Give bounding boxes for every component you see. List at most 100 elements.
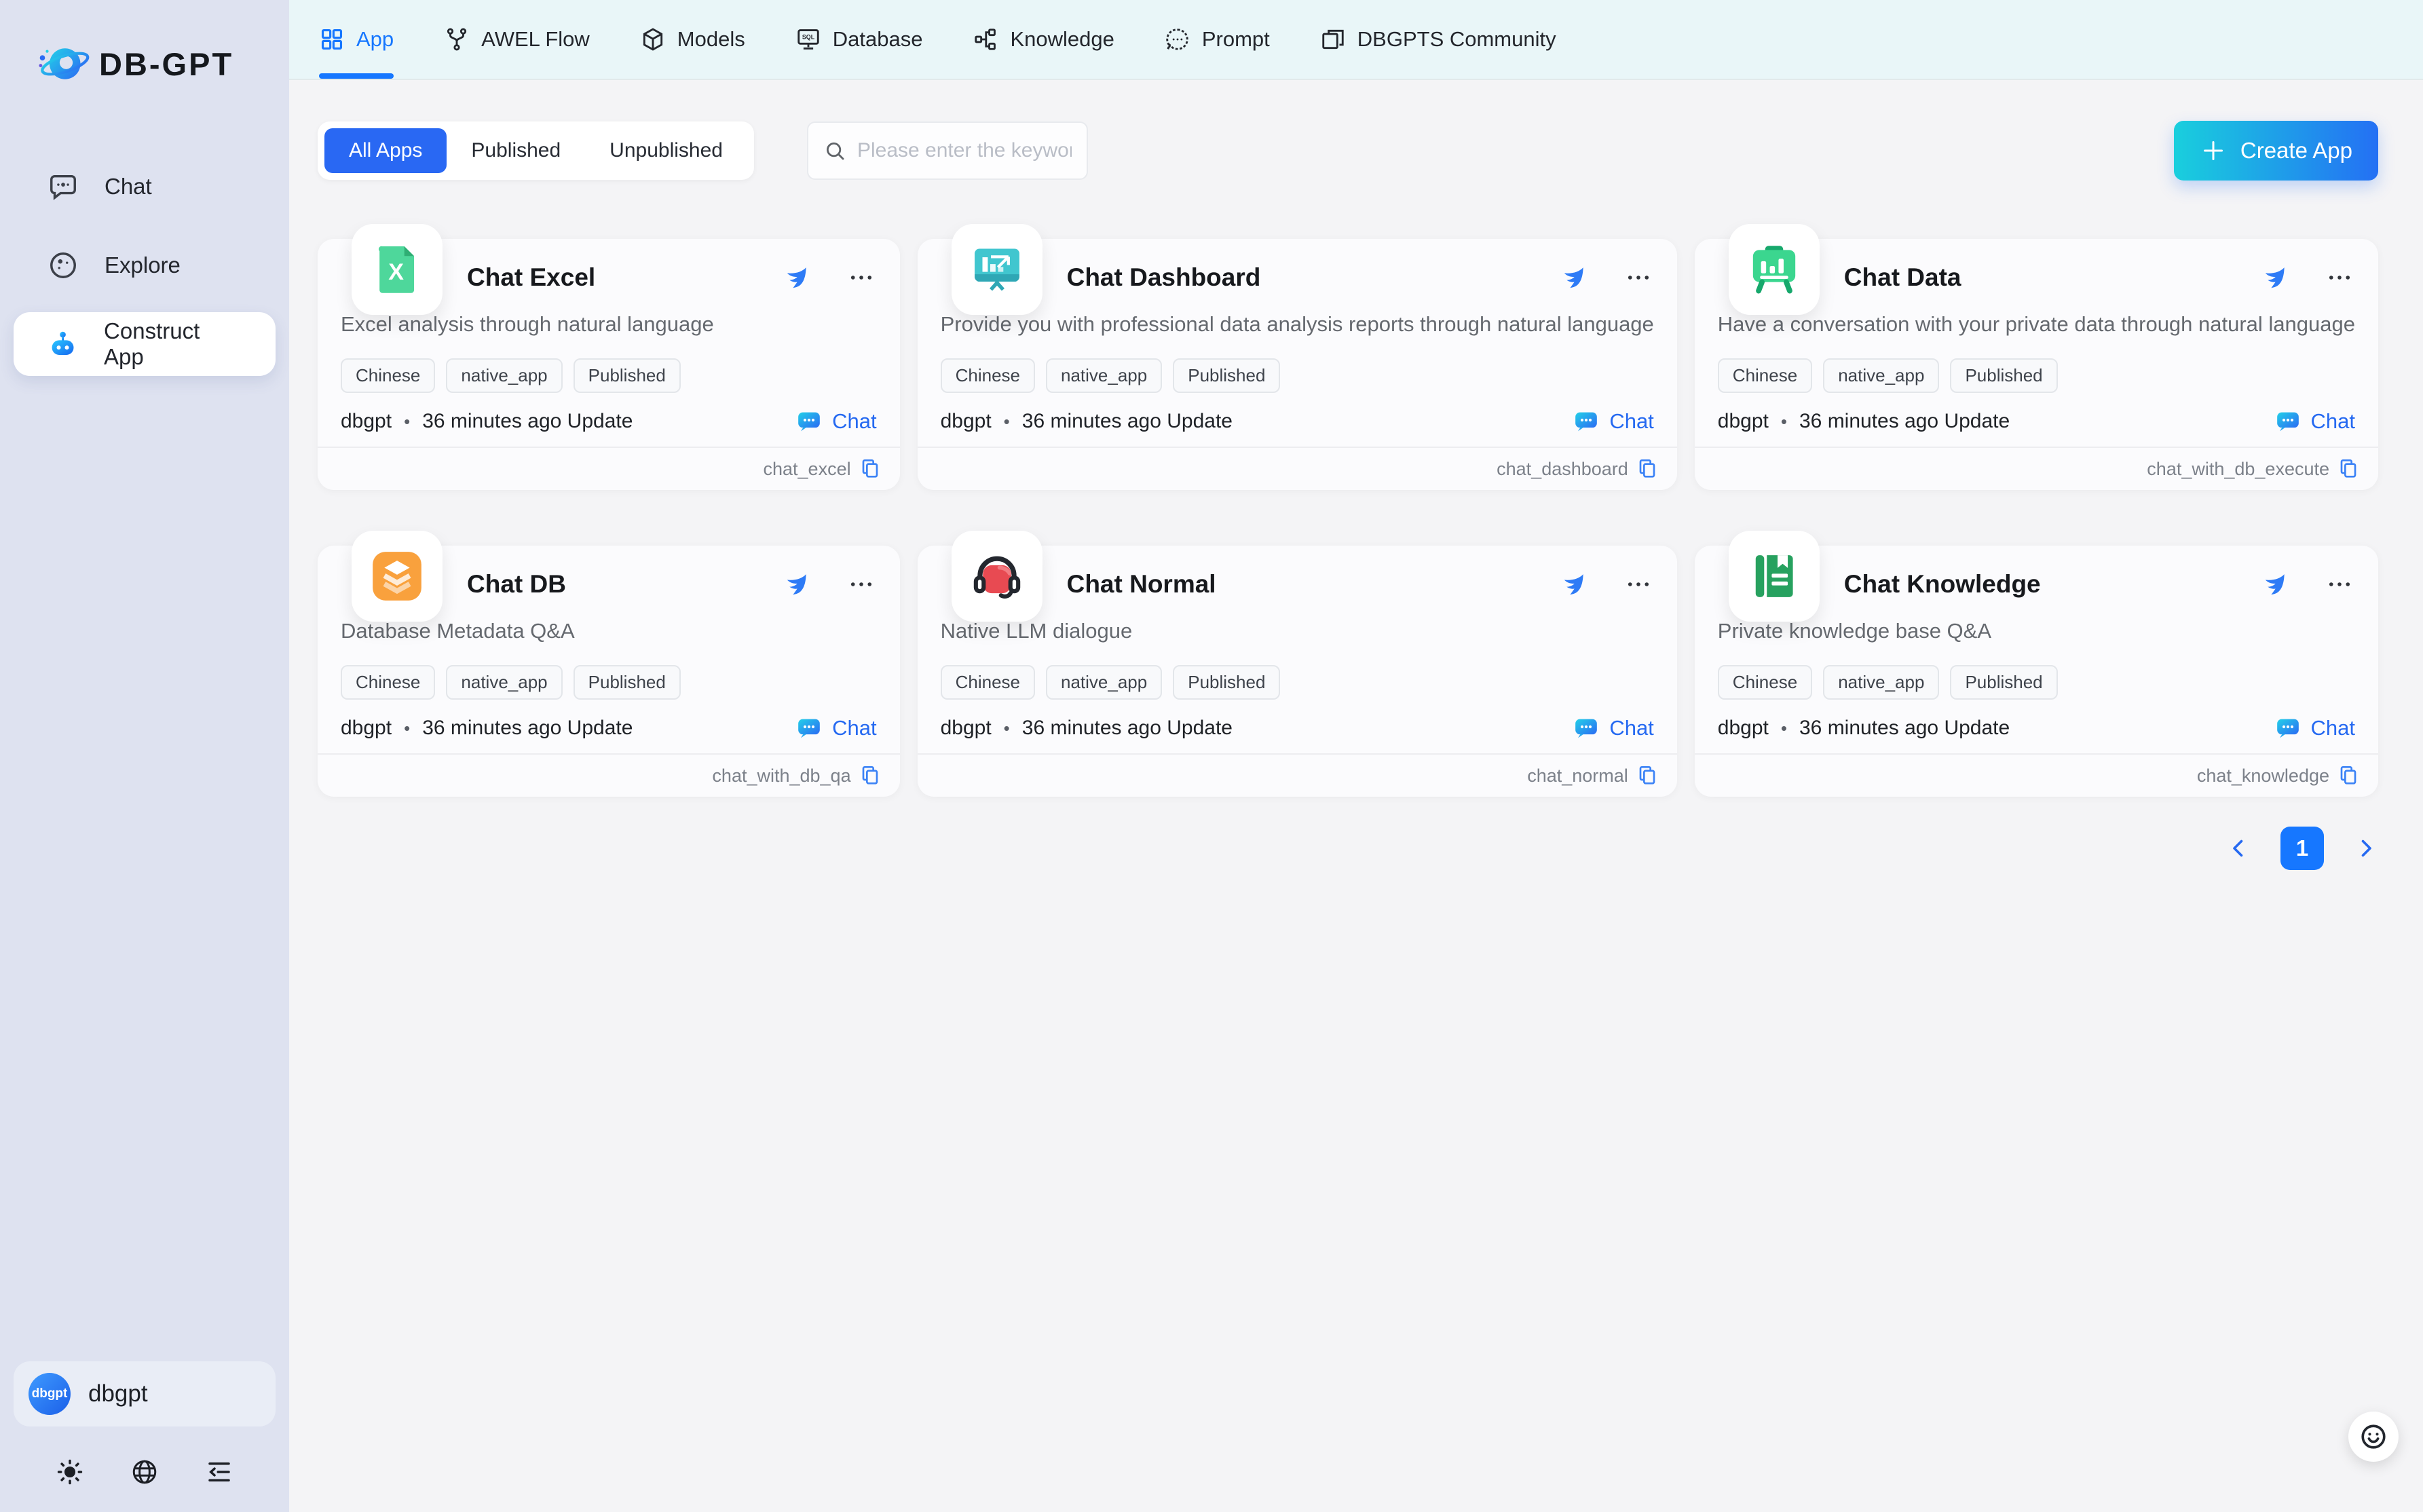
- app-title: Chat Knowledge: [1844, 570, 2041, 599]
- pagination-next-button[interactable]: [2354, 836, 2378, 861]
- updated-text: 36 minutes ago Update: [1022, 410, 1233, 433]
- card-meta: dbgpt•36 minutes ago UpdateChat: [1718, 715, 2355, 742]
- tag-list: Chinesenative_appPublished: [1718, 665, 2355, 700]
- chat-link[interactable]: Chat: [1573, 408, 1653, 435]
- app-icon-tile: X: [352, 224, 443, 315]
- filter-unpublished[interactable]: Unpublished: [585, 128, 747, 173]
- filter-all-apps[interactable]: All Apps: [324, 128, 447, 173]
- dingtalk-icon[interactable]: [1558, 570, 1586, 599]
- dingtalk-icon[interactable]: [2259, 570, 2287, 599]
- dingtalk-icon[interactable]: [781, 570, 809, 599]
- tag-chinese: Chinese: [341, 358, 435, 393]
- card-actions: [2259, 263, 2355, 292]
- search-input[interactable]: [857, 139, 1072, 162]
- user-menu[interactable]: dbgpt dbgpt: [14, 1361, 276, 1426]
- prompt-bubble-icon: [1165, 26, 1190, 52]
- app-card-chat-db[interactable]: Chat DBDatabase Metadata Q&AChinesenativ…: [318, 546, 900, 797]
- app-card-chat-data[interactable]: Chat DataHave a conversation with your p…: [1695, 239, 2378, 490]
- sidebar-item-construct-app[interactable]: Construct App: [14, 312, 276, 376]
- theme-sun-icon[interactable]: [56, 1458, 84, 1486]
- community-icon: [1320, 26, 1346, 52]
- chat-link[interactable]: Chat: [795, 408, 876, 435]
- tag-list: Chinesenative_appPublished: [941, 358, 1654, 393]
- tag-chinese: Chinese: [941, 358, 1035, 393]
- dingtalk-icon[interactable]: [781, 263, 809, 292]
- tab-prompt[interactable]: Prompt: [1165, 0, 1270, 79]
- language-globe-icon[interactable]: [130, 1458, 159, 1486]
- more-menu-icon[interactable]: [1623, 570, 1654, 599]
- top-navigation: App AWEL Flow Models SQLDatabase Knowledge Pr…: [289, 0, 2423, 80]
- copy-icon[interactable]: [2337, 765, 2359, 787]
- tab-dbgpts-community[interactable]: DBGPTS Community: [1320, 0, 1556, 79]
- tag-chinese: Chinese: [1718, 665, 1812, 700]
- meta-separator: •: [404, 718, 410, 739]
- tag-list: Chinesenative_appPublished: [341, 665, 877, 700]
- chat-gradient-icon: [2274, 715, 2302, 742]
- card-meta: dbgpt•36 minutes ago UpdateChat: [1718, 408, 2355, 435]
- app-card-chat-normal[interactable]: Chat NormalNative LLM dialogueChinesenat…: [918, 546, 1677, 797]
- card-footer: chat_knowledge: [1695, 753, 2378, 797]
- meta-separator: •: [1781, 411, 1787, 432]
- plus-icon: [2200, 137, 2227, 164]
- chat-link-label: Chat: [1609, 716, 1653, 740]
- knowledge-graph-icon: [973, 26, 998, 52]
- chat-link-label: Chat: [2311, 409, 2355, 434]
- tag-published: Published: [1173, 358, 1280, 393]
- chat-link[interactable]: Chat: [2274, 408, 2355, 435]
- owner-name: dbgpt: [1718, 717, 1769, 740]
- tag-native-app: native_app: [446, 665, 562, 700]
- app-card-chat-knowledge[interactable]: Chat KnowledgePrivate knowledge base Q&A…: [1695, 546, 2378, 797]
- chat-link[interactable]: Chat: [795, 715, 876, 742]
- sidebar-item-chat[interactable]: Chat: [14, 155, 276, 219]
- brand-logo: DB-GPT: [35, 35, 289, 92]
- filter-published[interactable]: Published: [447, 128, 585, 173]
- updated-text: 36 minutes ago Update: [422, 717, 633, 740]
- scene-name: chat_with_db_execute: [2147, 459, 2329, 480]
- more-menu-icon[interactable]: [2324, 570, 2355, 599]
- tab-models[interactable]: Models: [640, 0, 745, 79]
- collapse-sidebar-icon[interactable]: [205, 1458, 233, 1486]
- app-card-chat-dashboard[interactable]: Chat DashboardProvide you with professio…: [918, 239, 1677, 490]
- card-meta: dbgpt•36 minutes ago UpdateChat: [341, 715, 877, 742]
- more-menu-icon[interactable]: [846, 263, 877, 292]
- chat-link[interactable]: Chat: [2274, 715, 2355, 742]
- app-icon-tile: [1729, 224, 1820, 315]
- dingtalk-icon[interactable]: [2259, 263, 2287, 292]
- create-app-label: Create App: [2240, 138, 2352, 164]
- tab-knowledge[interactable]: Knowledge: [973, 0, 1114, 79]
- user-name: dbgpt: [88, 1380, 148, 1407]
- dingtalk-icon[interactable]: [1558, 263, 1586, 292]
- copy-icon[interactable]: [1636, 458, 1658, 480]
- app-title: Chat Excel: [467, 263, 595, 292]
- pagination-prev-button[interactable]: [2226, 836, 2251, 861]
- copy-icon[interactable]: [859, 765, 881, 787]
- tab-database[interactable]: SQLDatabase: [795, 0, 923, 79]
- chat-link-label: Chat: [832, 409, 876, 434]
- sidebar-nav: Chat Explore Construct App: [0, 155, 289, 376]
- tab-app[interactable]: App: [319, 0, 394, 79]
- app-title: Chat DB: [467, 570, 566, 599]
- updated-text: 36 minutes ago Update: [1799, 410, 2010, 433]
- more-menu-icon[interactable]: [846, 570, 877, 599]
- create-app-button[interactable]: Create App: [2174, 121, 2378, 181]
- tag-native-app: native_app: [1823, 665, 1939, 700]
- tag-published: Published: [1173, 665, 1280, 700]
- tab-label: AWEL Flow: [481, 27, 590, 52]
- app-card-chat-excel[interactable]: XChat ExcelExcel analysis through natura…: [318, 239, 900, 490]
- card-footer: chat_excel: [318, 447, 900, 490]
- tab-awel-flow[interactable]: AWEL Flow: [444, 0, 590, 79]
- copy-icon[interactable]: [2337, 458, 2359, 480]
- feedback-fab-button[interactable]: [2348, 1412, 2399, 1462]
- copy-icon[interactable]: [1636, 765, 1658, 787]
- pagination-page-1[interactable]: 1: [2280, 827, 2324, 870]
- more-menu-icon[interactable]: [1623, 263, 1654, 292]
- more-menu-icon[interactable]: [2324, 263, 2355, 292]
- copy-icon[interactable]: [859, 458, 881, 480]
- scene-name: chat_excel: [764, 459, 851, 480]
- updated-text: 36 minutes ago Update: [422, 410, 633, 433]
- chat-link[interactable]: Chat: [1573, 715, 1653, 742]
- tab-label: Database: [833, 27, 923, 52]
- tag-published: Published: [574, 358, 681, 393]
- sidebar-item-explore[interactable]: Explore: [14, 233, 276, 297]
- owner-name: dbgpt: [941, 717, 992, 740]
